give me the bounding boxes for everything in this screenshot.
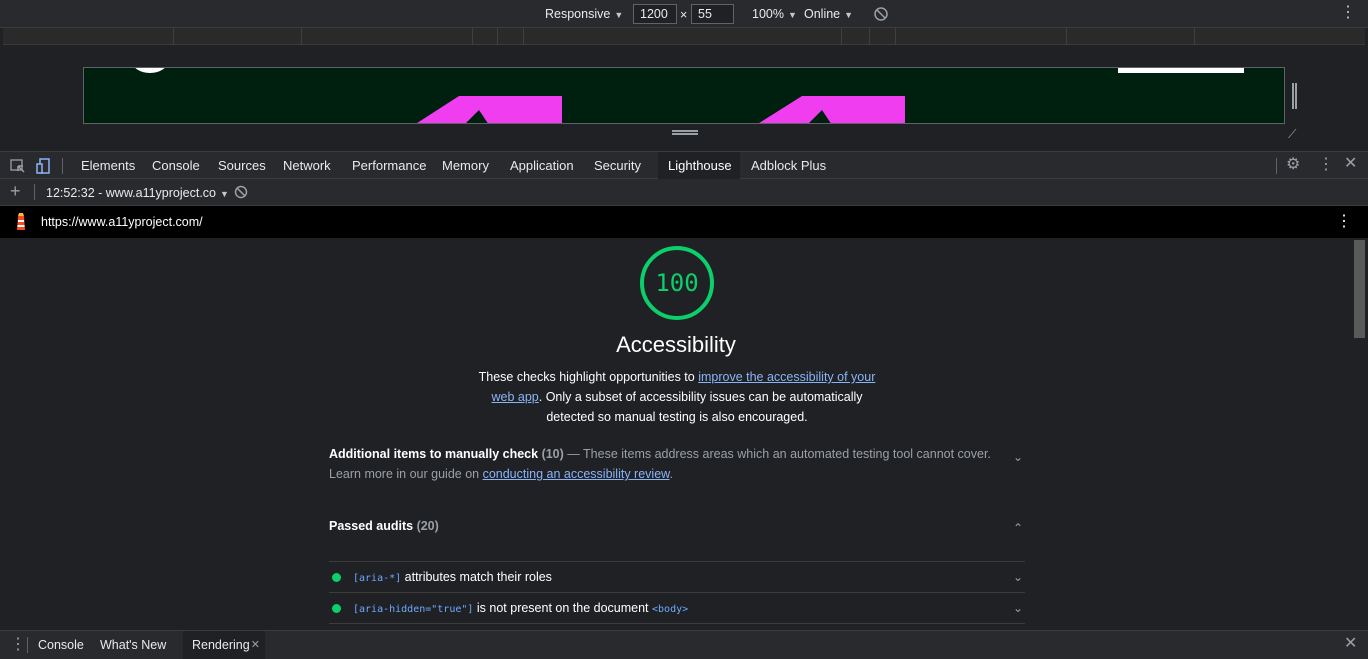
report-url: https://www.a11yproject.com/ bbox=[41, 215, 203, 229]
tab-security[interactable]: Security bbox=[584, 152, 651, 179]
category-title: Accessibility bbox=[616, 332, 736, 357]
close-tab-icon[interactable]: ✕ bbox=[251, 631, 260, 659]
audit-title: [aria-hidden="true"] is not present on t… bbox=[353, 601, 688, 615]
report-select[interactable]: 12:52:32 - www.a11yproject.co ▼ bbox=[46, 186, 229, 200]
tab-adblock-plus[interactable]: Adblock Plus bbox=[741, 152, 836, 179]
more-options-icon[interactable]: ⋮ bbox=[1318, 157, 1334, 173]
lighthouse-toolbar: + 12:52:32 - www.a11yproject.co ▼ bbox=[0, 179, 1368, 206]
device-select[interactable]: Responsive ▼ bbox=[545, 7, 623, 21]
height-input[interactable]: 55 bbox=[691, 4, 734, 24]
more-options-icon[interactable]: ⋮ bbox=[1340, 5, 1356, 21]
group-dash: — bbox=[567, 447, 580, 461]
report-scrollbar[interactable] bbox=[1352, 238, 1368, 630]
devtools-tabbar: Elements Console Sources Network Perform… bbox=[0, 151, 1368, 179]
resize-handle-corner[interactable]: ⟋ bbox=[1288, 127, 1300, 141]
group-title: Passed audits bbox=[329, 519, 414, 533]
drawer-tab-rendering[interactable]: Rendering ✕ bbox=[183, 631, 265, 659]
throttle-label: Online bbox=[804, 7, 841, 21]
report-select-label: 12:52:32 - www.a11yproject.co bbox=[46, 186, 217, 200]
audit-code: [aria-*] bbox=[353, 573, 402, 584]
tab-network[interactable]: Network bbox=[273, 152, 341, 179]
rotate-icon[interactable] bbox=[873, 6, 889, 22]
audit-row-divider bbox=[329, 623, 1025, 630]
tab-application[interactable]: Application bbox=[500, 152, 584, 179]
settings-gear-icon[interactable]: ⚙ bbox=[1286, 157, 1300, 173]
device-select-label: Responsive bbox=[545, 7, 611, 21]
device-toolbar: Responsive ▼ 1200 × 55 100% ▼ Online ▼ ⋮ bbox=[0, 0, 1368, 28]
toolbar-divider bbox=[1276, 158, 1277, 174]
lighthouse-report: 100 Accessibility These checks highlight… bbox=[0, 238, 1352, 630]
drawer-tab-whats-new[interactable]: What's New bbox=[91, 631, 175, 659]
clear-icon[interactable] bbox=[234, 185, 248, 199]
caret-down-icon: ▼ bbox=[614, 10, 624, 20]
tab-elements[interactable]: Elements bbox=[71, 152, 145, 179]
scrollbar-thumb[interactable] bbox=[1354, 240, 1365, 338]
throttle-select[interactable]: Online ▼ bbox=[804, 7, 853, 21]
chevron-down-icon[interactable]: ⌄ bbox=[1013, 447, 1025, 464]
toolbar-divider bbox=[27, 637, 28, 653]
page-viewport[interactable] bbox=[83, 67, 1285, 124]
chevron-up-icon[interactable]: ⌃ bbox=[1013, 518, 1025, 535]
caret-down-icon: ▼ bbox=[787, 10, 797, 20]
zoom-label: 100% bbox=[752, 7, 784, 21]
width-input[interactable]: 1200 bbox=[633, 4, 677, 24]
pass-indicator-icon bbox=[332, 573, 341, 582]
drawer-menu-icon[interactable]: ⋮ bbox=[10, 637, 26, 653]
tab-performance[interactable]: Performance bbox=[342, 152, 436, 179]
report-url-bar: https://www.a11yproject.com/ ⋮ bbox=[0, 206, 1368, 238]
group-description-end: . bbox=[669, 467, 673, 481]
tab-sources[interactable]: Sources bbox=[208, 152, 276, 179]
audit-title: [aria-*] attributes match their roles bbox=[353, 570, 552, 584]
score-gauge[interactable]: 100 bbox=[640, 246, 714, 320]
toolbar-divider bbox=[62, 158, 63, 174]
audit-code: [aria-hidden="true"] bbox=[353, 604, 474, 615]
hero-graphic bbox=[417, 96, 905, 123]
media-query-ruler bbox=[3, 28, 1365, 45]
lighthouse-logo-icon bbox=[17, 213, 25, 230]
description-text: These checks highlight opportunities to bbox=[478, 370, 699, 384]
audit-row[interactable]: [aria-*] attributes match their roles ⌄ bbox=[329, 561, 1025, 592]
chevron-down-icon[interactable]: ⌄ bbox=[1013, 570, 1025, 584]
audit-node-code: <body> bbox=[652, 604, 689, 615]
tab-memory[interactable]: Memory bbox=[432, 152, 499, 179]
inspect-element-icon[interactable] bbox=[9, 157, 27, 175]
drawer-tab-label: Rendering bbox=[192, 638, 250, 652]
group-count: (20) bbox=[416, 519, 439, 533]
chevron-down-icon[interactable]: ⌄ bbox=[1013, 601, 1025, 615]
toolbar-divider bbox=[34, 184, 35, 200]
manual-check-group[interactable]: Additional items to manually check (10) … bbox=[329, 444, 1025, 484]
plus-icon[interactable]: + bbox=[10, 182, 21, 200]
drawer-tab-console[interactable]: Console bbox=[29, 631, 93, 659]
caret-down-icon: ▼ bbox=[220, 189, 229, 199]
score-value: 100 bbox=[655, 269, 699, 297]
passed-audits-group[interactable]: Passed audits (20) ⌃ bbox=[329, 516, 1025, 536]
tab-lighthouse[interactable]: Lighthouse bbox=[658, 152, 740, 179]
report-menu-icon[interactable]: ⋮ bbox=[1336, 214, 1352, 230]
audit-row[interactable]: [aria-hidden="true"] is not present on t… bbox=[329, 592, 1025, 623]
resize-handle-right[interactable] bbox=[1292, 83, 1297, 109]
tab-console[interactable]: Console bbox=[142, 152, 210, 179]
caret-down-icon: ▼ bbox=[844, 10, 854, 20]
drawer-tabbar: ⋮ Console What's New Rendering ✕ ✕ bbox=[0, 630, 1368, 659]
audit-text: attributes match their roles bbox=[401, 570, 552, 584]
description-text: . Only a subset of accessibility issues … bbox=[538, 390, 863, 424]
close-drawer-icon[interactable]: ✕ bbox=[1344, 636, 1357, 652]
pass-indicator-icon bbox=[332, 604, 341, 613]
category-description: These checks highlight opportunities to … bbox=[476, 367, 878, 427]
group-title: Additional items to manually check bbox=[329, 447, 539, 461]
group-count: (10) bbox=[541, 447, 564, 461]
review-guide-link[interactable]: conducting an accessibility review bbox=[483, 467, 670, 481]
device-preview-area: ⟋ bbox=[0, 45, 1368, 151]
audit-text: is not present on the document bbox=[473, 601, 653, 615]
dimension-separator: × bbox=[680, 8, 688, 22]
device-toolbar-icon[interactable] bbox=[35, 157, 53, 175]
close-icon[interactable]: ✕ bbox=[1344, 156, 1357, 172]
zoom-select[interactable]: 100% ▼ bbox=[752, 7, 797, 21]
resize-handle-bottom[interactable] bbox=[672, 130, 698, 135]
